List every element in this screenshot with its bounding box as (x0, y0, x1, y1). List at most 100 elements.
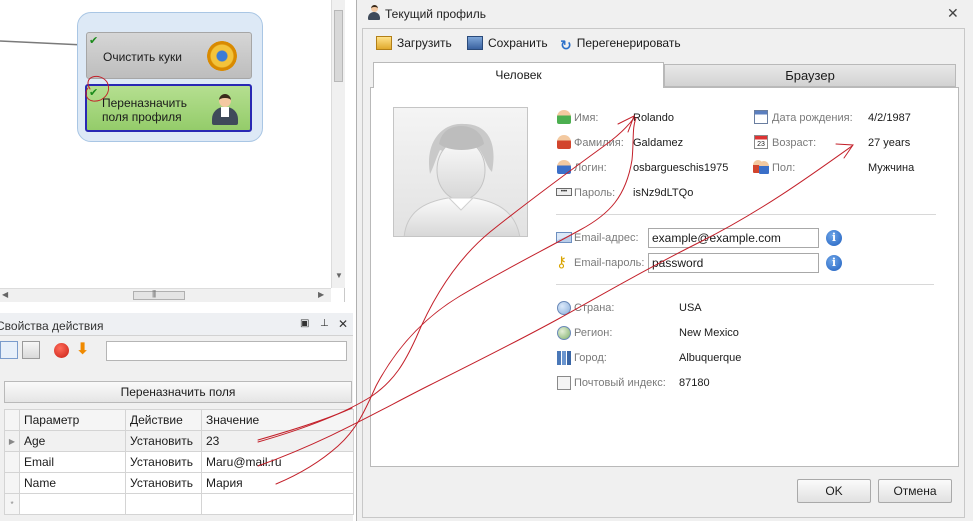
edit-list-icon[interactable] (22, 341, 40, 359)
new-row-marker: * (4, 493, 20, 515)
column-header[interactable]: Параметр (19, 409, 126, 431)
folder-icon (376, 36, 392, 50)
reassign-fields-button[interactable]: Переназначить поля (4, 381, 352, 403)
canvas-horizontal-scrollbar[interactable]: ◀ ||| ▶ (0, 288, 331, 302)
table-row[interactable]: Name Установить Мария (4, 472, 354, 494)
building-icon (557, 351, 571, 365)
screen: ✔ Очистить куки ✔ Переназначить поля про… (0, 0, 973, 521)
envelope-icon (556, 232, 572, 243)
node-label: Переназначить поля профиля (102, 96, 188, 124)
calendar-icon (754, 110, 768, 124)
properties-title: Свойства действия (0, 319, 104, 333)
table-row[interactable]: Email Установить Maru@mail.ru (4, 451, 354, 473)
scrollbar-thumb[interactable] (334, 10, 343, 82)
node-reassign-profile[interactable]: ✔ Переназначить поля профиля (85, 84, 252, 132)
dialog-title: Текущий профиль (385, 7, 487, 21)
login-label: Логин: (574, 162, 607, 174)
properties-search-input[interactable] (106, 341, 347, 361)
value-cell[interactable]: 23 (201, 430, 354, 452)
load-button[interactable]: Загрузить (376, 36, 452, 50)
password-label: Пароль: (574, 187, 616, 199)
table-view-icon[interactable] (0, 341, 18, 359)
stop-icon[interactable] (54, 343, 69, 358)
check-icon: ✔ (89, 87, 99, 99)
region-value[interactable]: New Mexico (679, 327, 739, 339)
age-value[interactable]: 27 years (868, 137, 910, 149)
maximize-icon[interactable]: ▣ (300, 318, 309, 329)
person-icon (209, 91, 241, 125)
birthdate-label: Дата рождения: (772, 112, 853, 124)
user-icon (557, 110, 571, 124)
new-row[interactable]: * (4, 493, 354, 515)
column-header[interactable]: Значение (201, 409, 354, 431)
info-icon[interactable]: i (826, 230, 842, 246)
email-password-label: Email-пароль: (574, 257, 645, 269)
country-value[interactable]: USA (679, 302, 702, 314)
table-row[interactable]: ▶ Age Установить 23 (4, 430, 354, 452)
city-value[interactable]: Albuquerque (679, 352, 741, 364)
password-icon: ••• (556, 188, 572, 196)
divider (556, 284, 934, 285)
ok-button[interactable]: OK (797, 479, 871, 503)
calendar-day-icon: 23 (754, 135, 768, 149)
param-cell[interactable]: Email (19, 451, 126, 473)
scrollbar-thumb[interactable]: ||| (133, 289, 185, 300)
gender-icon (753, 160, 770, 174)
node-label: Очистить куки (103, 50, 182, 64)
action-cell[interactable]: Установить (125, 430, 202, 452)
arrow-down-icon[interactable]: ⬇ (76, 339, 94, 358)
pin-icon[interactable]: ⊥ (320, 318, 329, 329)
city-label: Город: (574, 352, 607, 364)
user-icon (557, 160, 571, 174)
value-cell[interactable]: Maru@mail.ru (201, 451, 354, 473)
param-cell[interactable]: Name (19, 472, 126, 494)
globe-icon (557, 301, 571, 315)
tab-browser[interactable]: Браузер (664, 64, 956, 87)
zip-label: Почтовый индекс: (574, 377, 666, 389)
scroll-down-icon[interactable]: ▼ (335, 271, 343, 280)
close-icon[interactable]: ✕ (338, 317, 348, 331)
canvas-vertical-scrollbar[interactable]: ▼ (331, 0, 345, 288)
regenerate-button[interactable]: ↻ Перегенерировать (560, 36, 681, 53)
properties-grid: Параметр Действие Значение ▶ Age Установ… (4, 409, 354, 515)
name-label: Имя: (574, 112, 599, 124)
email-field[interactable]: example@example.com (648, 228, 819, 248)
save-button[interactable]: Сохранить (467, 36, 548, 50)
region-label: Регион: (574, 327, 613, 339)
name-value[interactable]: Rolando (633, 112, 674, 124)
user-icon (367, 5, 381, 21)
scroll-right-icon[interactable]: ▶ (318, 290, 324, 299)
email-label: Email-адрес: (574, 232, 639, 244)
email-password-field[interactable]: password (648, 253, 819, 273)
birthdate-value[interactable]: 4/2/1987 (868, 112, 911, 124)
action-cell[interactable]: Установить (125, 451, 202, 473)
surname-value[interactable]: Galdamez (633, 137, 683, 149)
login-value[interactable]: osbargueschis1975 (633, 162, 728, 174)
action-cell[interactable]: Установить (125, 472, 202, 494)
check-icon: ✔ (89, 35, 99, 47)
postcode-icon (557, 376, 571, 390)
info-icon[interactable]: i (826, 255, 842, 271)
cancel-button[interactable]: Отмена (878, 479, 952, 503)
age-label: Возраст: (772, 137, 817, 149)
floppy-icon (467, 36, 483, 50)
surname-label: Фамилия: (574, 137, 624, 149)
region-icon (557, 326, 571, 340)
refresh-icon: ↻ (560, 37, 572, 53)
value-cell[interactable]: Мария (201, 472, 354, 494)
password-value[interactable]: isNz9dLTQo (633, 187, 693, 199)
divider (556, 214, 936, 215)
user-icon (557, 135, 571, 149)
gears-icon (207, 41, 237, 71)
sex-value[interactable]: Мужчина (868, 162, 914, 174)
scroll-left-icon[interactable]: ◀ (2, 290, 8, 299)
column-header[interactable]: Действие (125, 409, 202, 431)
zip-value[interactable]: 87180 (679, 377, 710, 389)
country-label: Страна: (574, 302, 615, 314)
avatar-placeholder (393, 107, 528, 237)
key-icon: ⚷ (556, 254, 567, 271)
param-cell[interactable]: Age (19, 430, 126, 452)
tab-person[interactable]: Человек (373, 62, 664, 88)
close-icon[interactable]: ✕ (947, 5, 959, 22)
node-clear-cookies[interactable]: ✔ Очистить куки (86, 32, 252, 79)
